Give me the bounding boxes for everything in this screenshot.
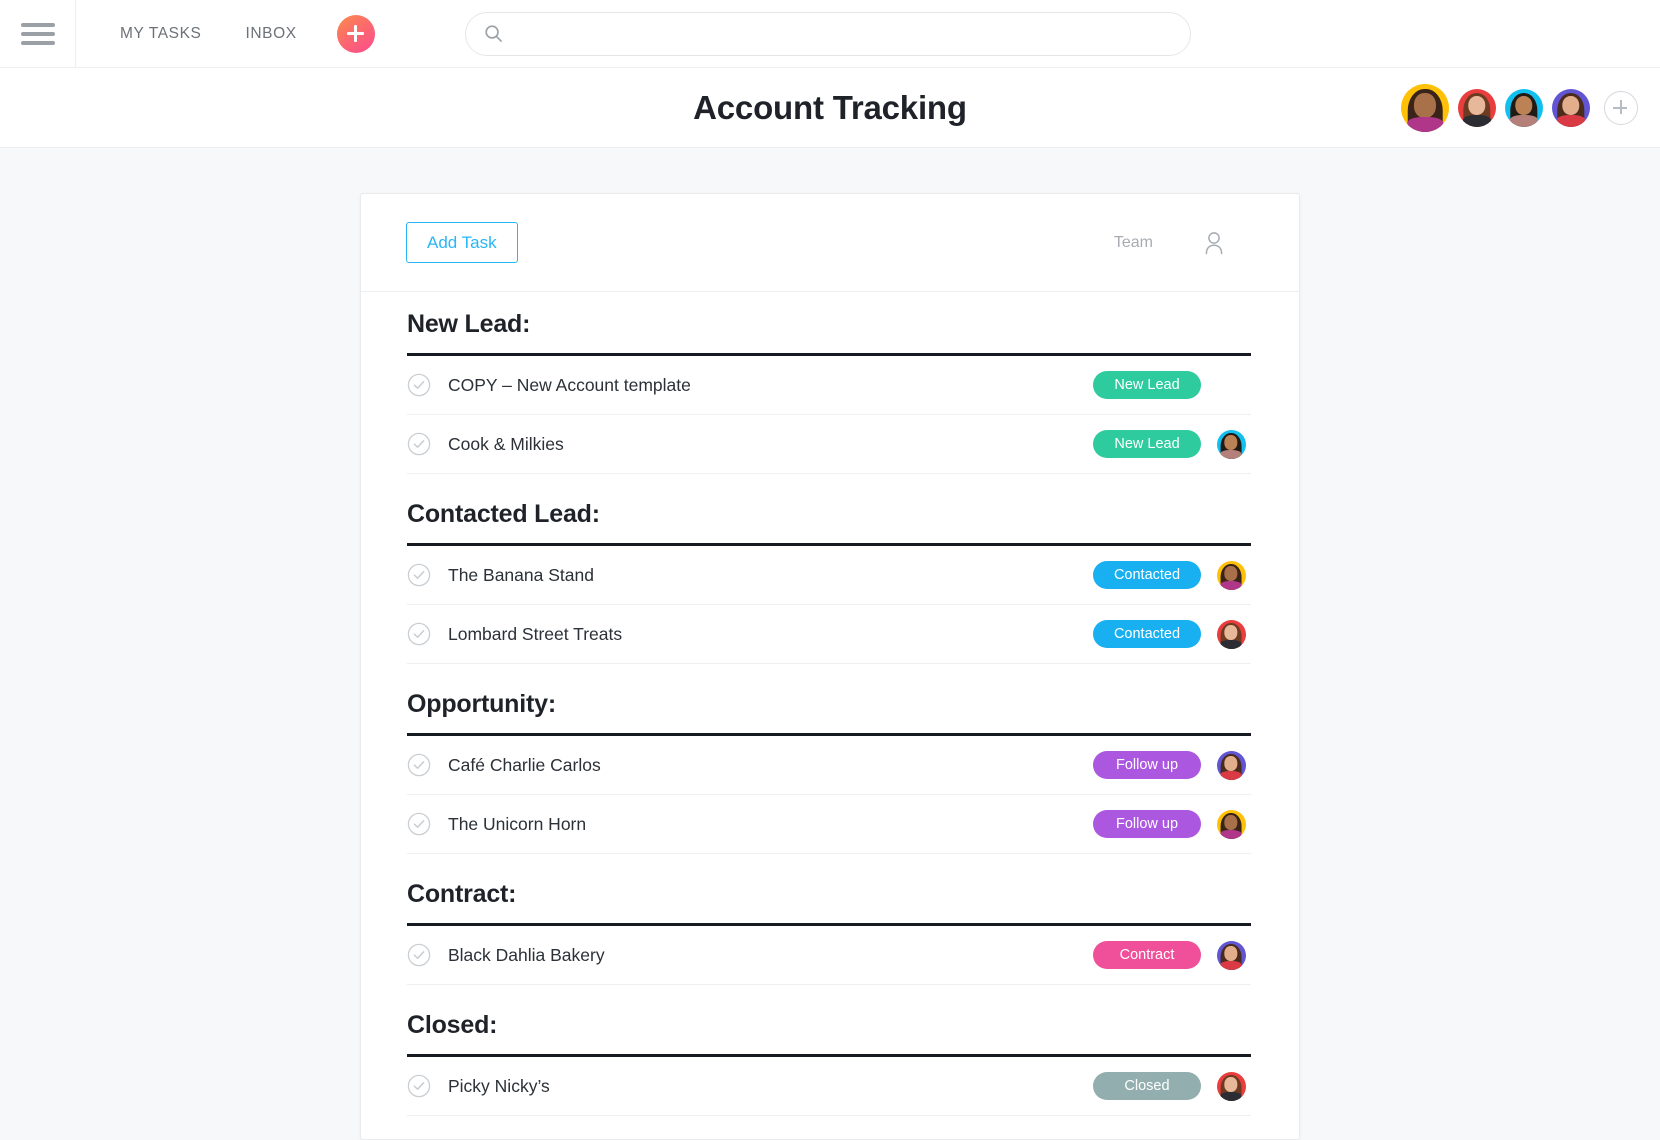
task-section: Contract: Black Dahlia Bakery Contract — [407, 854, 1251, 985]
project-members — [1401, 83, 1638, 132]
task-row[interactable]: COPY – New Account template New Lead — [407, 356, 1251, 415]
assignee-avatar[interactable] — [1216, 940, 1246, 970]
search-input[interactable] — [514, 25, 1172, 42]
assignee-avatar[interactable] — [1216, 619, 1246, 649]
assignee-slot — [1213, 619, 1249, 649]
status-badge[interactable]: Follow up — [1093, 810, 1201, 838]
assignee-slot — [1213, 750, 1249, 780]
hamburger-menu-button[interactable] — [0, 0, 76, 68]
nav-my-tasks[interactable]: MY TASKS — [120, 25, 201, 43]
card-toolbar: Add Task Team — [361, 194, 1299, 292]
assignee-avatar[interactable] — [1216, 750, 1246, 780]
task-section: Closed: Picky Nicky’s Closed — [407, 985, 1251, 1116]
assignee-avatar[interactable] — [1216, 809, 1246, 839]
task-name: The Unicorn Horn — [448, 813, 587, 834]
member-avatar-2[interactable] — [1458, 88, 1496, 127]
status-badge[interactable]: Contract — [1093, 941, 1201, 969]
assignee-avatar[interactable] — [1216, 1071, 1246, 1101]
task-row[interactable]: The Unicorn Horn Follow up — [407, 795, 1251, 854]
assignee-slot — [1213, 429, 1249, 459]
top-navigation-bar: MY TASKS INBOX — [0, 0, 1660, 68]
quick-add-button[interactable] — [336, 14, 375, 53]
section-title: New Lead: — [407, 310, 1251, 356]
task-row[interactable]: Picky Nicky’s Closed — [407, 1057, 1251, 1116]
task-complete-checkbox[interactable] — [407, 622, 431, 646]
member-avatar-1[interactable] — [1401, 83, 1449, 132]
hamburger-menu-icon — [20, 18, 55, 50]
task-row[interactable]: Lombard Street Treats Contacted — [407, 605, 1251, 664]
status-badge[interactable]: New Lead — [1093, 371, 1201, 399]
status-badge[interactable]: Contacted — [1093, 561, 1201, 589]
add-member-button[interactable] — [1604, 90, 1638, 125]
task-complete-checkbox[interactable] — [407, 563, 431, 587]
person-icon[interactable] — [1203, 231, 1225, 255]
task-complete-checkbox[interactable] — [407, 373, 431, 397]
task-sections: New Lead: COPY – New Account template New … — [361, 292, 1299, 1116]
status-badge[interactable]: Follow up — [1093, 751, 1201, 779]
add-task-button[interactable]: Add Task — [406, 222, 518, 263]
project-header: Account Tracking — [0, 68, 1660, 148]
task-complete-checkbox[interactable] — [407, 1074, 431, 1098]
task-name: Picky Nicky’s — [448, 1075, 550, 1096]
assignee-slot — [1213, 809, 1249, 839]
assignee-slot — [1213, 940, 1249, 970]
status-badge[interactable]: Closed — [1093, 1072, 1201, 1100]
task-name: COPY – New Account template — [448, 374, 691, 395]
main-content: Add Task Team New Lead: COPY – New Accoun… — [0, 148, 1660, 1140]
task-name: Café Charlie Carlos — [448, 754, 601, 775]
task-complete-checkbox[interactable] — [407, 943, 431, 967]
member-avatar-3[interactable] — [1505, 88, 1543, 127]
task-name: Black Dahlia Bakery — [448, 944, 605, 965]
task-row[interactable]: Cook & Milkies New Lead — [407, 415, 1251, 474]
assignee-slot — [1213, 560, 1249, 590]
task-row[interactable]: The Banana Stand Contacted — [407, 546, 1251, 605]
assignee-avatar[interactable] — [1216, 429, 1246, 459]
nav-inbox[interactable]: INBOX — [245, 25, 296, 43]
task-complete-checkbox[interactable] — [407, 812, 431, 836]
task-name: The Banana Stand — [448, 564, 594, 585]
assignee-avatar[interactable] — [1216, 560, 1246, 590]
task-section: Opportunity: Café Charlie Carlos Follow up… — [407, 664, 1251, 854]
status-badge[interactable]: Contacted — [1093, 620, 1201, 648]
assignee-slot — [1213, 1071, 1249, 1101]
status-badge[interactable]: New Lead — [1093, 430, 1201, 458]
team-label: Team — [1113, 233, 1153, 251]
section-title: Contract: — [407, 880, 1251, 926]
search-bar[interactable] — [464, 11, 1191, 56]
task-row[interactable]: Café Charlie Carlos Follow up — [407, 736, 1251, 795]
task-name: Lombard Street Treats — [448, 623, 623, 644]
section-title: Closed: — [407, 1011, 1251, 1057]
task-row[interactable]: Black Dahlia Bakery Contract — [407, 926, 1251, 985]
section-title: Opportunity: — [407, 690, 1251, 736]
task-name: Cook & Milkies — [448, 433, 564, 454]
section-title: Contacted Lead: — [407, 500, 1251, 546]
task-section: Contacted Lead: The Banana Stand Contacted… — [407, 474, 1251, 664]
task-section: New Lead: COPY – New Account template New … — [407, 292, 1251, 474]
task-list-card: Add Task Team New Lead: COPY – New Accoun… — [360, 193, 1300, 1140]
member-avatar-4[interactable] — [1552, 88, 1590, 127]
search-icon — [485, 25, 502, 42]
task-complete-checkbox[interactable] — [407, 753, 431, 777]
task-complete-checkbox[interactable] — [407, 432, 431, 456]
toolbar-right: Team — [1114, 231, 1225, 255]
